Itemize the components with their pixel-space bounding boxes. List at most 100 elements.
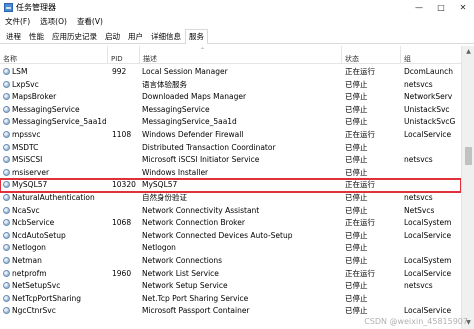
table-row[interactable]: msiserver Windows Installer 已停止 [0,167,461,180]
service-name: Netlogon [3,242,106,255]
service-name-label: MapsBroker [12,92,57,102]
service-name: MySQL57 [3,179,106,192]
service-description: 语言体验服务 [142,79,187,89]
menu-file[interactable]: 文件(F) [0,16,35,27]
vertical-scrollbar[interactable]: ▲ ▼ [461,46,474,329]
scrollbar-thumb[interactable] [465,147,472,165]
service-name-label: msiserver [12,167,50,177]
minimize-button[interactable]: — [408,0,430,15]
service-pid: 1960 [112,268,132,278]
service-gear-icon [3,68,10,75]
table-row[interactable]: mpssvc 1108 Windows Defender Firewall 正在运行 L… [0,129,461,142]
service-name-label: NcbService [12,218,55,228]
service-name: NcaSvc [3,205,106,218]
service-name-label: NaturalAuthentication [12,192,95,202]
window-controls: — □ ✕ [408,0,474,15]
column-header-group[interactable]: 组 [401,46,461,64]
service-group: LocalSystem [404,218,452,228]
service-name: MSiSCSI [3,154,106,167]
service-name-label: LxpSvc [12,79,39,89]
service-group: LocalSystem [404,255,452,265]
table-row[interactable]: NetSetupSvc Network Setup Service 已停止 netsv… [0,280,461,293]
service-status: 正在运行 [345,218,375,228]
table-row[interactable]: NetTcpPortSharing Net.Tcp Port Sharing Se… [0,293,461,306]
column-header-name[interactable]: 名称 [0,46,108,64]
service-name-label: NcaSvc [12,205,40,215]
table-row[interactable]: netprofm 1960 Network List Service 正在运行 Loca… [0,268,461,281]
service-status: 正在运行 [345,268,375,278]
tab-app-history[interactable]: 应用历史记录 [48,30,101,43]
service-description: MySQL57 [142,180,178,190]
menu-view[interactable]: 查看(V) [72,16,108,27]
service-name: MapsBroker [3,91,106,104]
service-name-label: MessagingService [12,104,80,114]
window-title: 任务管理器 [16,3,56,12]
table-row[interactable]: MessagingService_5aa1d MessagingService_5… [0,116,461,129]
tab-startup[interactable]: 启动 [101,30,124,43]
table-row[interactable]: MySQL57 10320 MySQL57 正在运行 [0,178,462,193]
service-name-label: Netman [12,255,42,265]
service-gear-icon [3,219,10,227]
service-status: 已停止 [345,293,368,303]
table-row[interactable]: MessagingService MessagingService 已停止 Unist… [0,104,461,117]
table-row[interactable]: NaturalAuthentication 自然身份验证 已停止 netsvcs [0,192,461,205]
service-description: Netlogon [142,243,176,253]
service-gear-icon [3,307,10,315]
scroll-up-icon[interactable]: ▲ [462,46,474,58]
watermark: CSDN @weixin_45815907 [364,317,468,326]
service-gear-icon [3,130,10,138]
service-pid: 1108 [112,129,132,139]
service-description: 自然身份验证 [142,192,187,202]
column-header-pid[interactable]: PID [108,46,140,64]
service-name-label: MessagingService_5aa1d [12,117,106,127]
service-name: MessagingService_5aa1d [3,116,106,129]
column-header-status[interactable]: 状态 [342,46,401,64]
menu-options[interactable]: 选项(O) [35,16,72,27]
table-row[interactable]: NcdAutoSetup Network Connected Devices Au… [0,230,461,243]
table-row[interactable]: LxpSvc 语言体验服务 已停止 netsvcs [0,79,461,92]
close-button[interactable]: ✕ [452,0,474,15]
maximize-button[interactable]: □ [430,0,452,15]
tab-performance[interactable]: 性能 [25,30,48,43]
service-status: 已停止 [345,306,368,316]
column-header-description[interactable]: 描述 [140,46,342,64]
service-group: NetworkServ [404,92,453,102]
service-status: 已停止 [345,104,368,114]
tab-services[interactable]: 服务 [185,29,208,44]
table-row[interactable]: LSM 992 Local Session Manager 正在运行 DcomLaunc… [0,66,461,79]
service-gear-icon [3,231,10,239]
service-group: LocalService [404,230,452,240]
service-status: 已停止 [345,255,368,265]
service-gear-icon [3,294,10,302]
service-name: NetTcpPortSharing [3,293,106,306]
tab-strip: 进程 性能 应用历史记录 启动 用户 详细信息 服务 [0,29,474,44]
table-row[interactable]: NcaSvc Network Connectivity Assistant 已停止 N… [0,205,461,218]
table-row[interactable]: Netman Network Connections 已停止 LocalSystem [0,255,461,268]
service-name: netprofm [3,268,106,281]
service-gear-icon [3,256,10,264]
tab-users[interactable]: 用户 [124,30,147,43]
table-row[interactable]: MapsBroker Downloaded Maps Manager 已停止 Netw… [0,91,461,104]
tab-processes[interactable]: 进程 [2,30,25,43]
service-status: 正在运行 [345,129,375,139]
service-gear-icon [3,156,10,164]
service-description: Distributed Transaction Coordinator [142,142,276,152]
table-row[interactable]: MSDTC Distributed Transaction Coordinator… [0,142,461,155]
service-status: 已停止 [345,79,368,89]
service-name: NcdAutoSetup [3,230,106,243]
service-description: MessagingService_5aa1d [142,117,237,127]
service-description: Network Setup Service [142,281,228,291]
service-group: UnistackSvc [404,104,450,114]
service-description: Net.Tcp Port Sharing Service [142,293,249,303]
service-gear-icon [3,93,10,101]
table-row[interactable]: MSiSCSI Microsoft iSCSI Initiator Service… [0,154,461,167]
service-status: 已停止 [345,117,368,127]
tab-details[interactable]: 详细信息 [147,30,185,43]
service-status: 已停止 [345,92,368,102]
table-row[interactable]: NgcCtnrSvc Microsoft Passport Container 已停… [0,305,461,318]
service-group: netsvcs [404,79,433,89]
table-row[interactable]: Netlogon Netlogon 已停止 [0,242,461,255]
service-gear-icon [3,143,10,151]
table-row[interactable]: NcbService 1068 Network Connection Broker 正… [0,217,461,230]
service-name: NaturalAuthentication [3,192,106,205]
